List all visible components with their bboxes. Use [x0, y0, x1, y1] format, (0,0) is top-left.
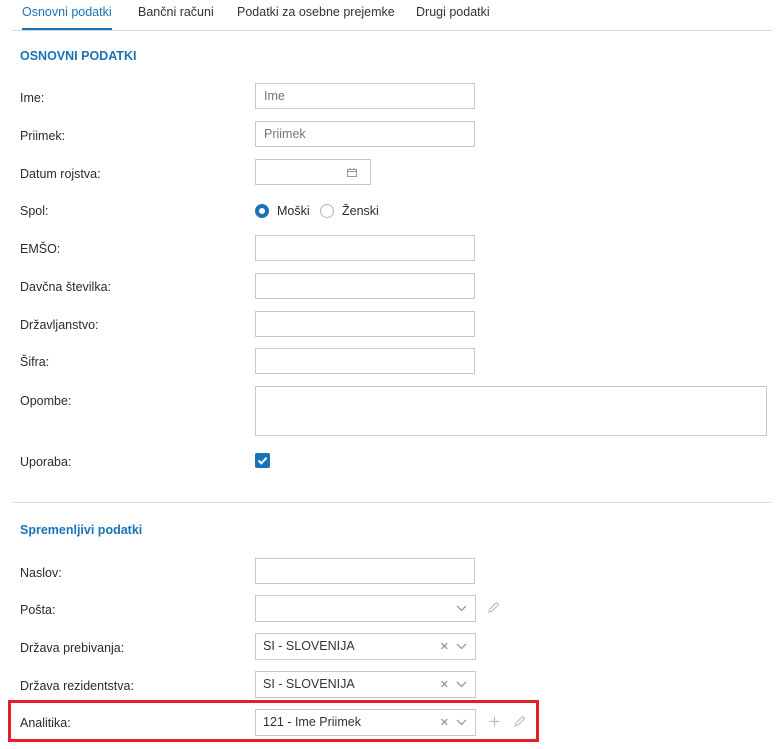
label-davcna-stevilka: Davčna številka:: [20, 280, 112, 294]
chevron-down-icon[interactable]: [456, 677, 467, 691]
davcna-stevilka-field[interactable]: [255, 273, 475, 299]
chevron-down-icon[interactable]: [456, 639, 467, 653]
drzava-prebivanja-select[interactable]: SI - SLOVENIJA ✕: [255, 633, 476, 660]
naslov-field[interactable]: [255, 558, 475, 584]
label-priimek: Priimek:: [20, 129, 66, 143]
drzavljanstvo-field[interactable]: [255, 311, 475, 337]
priimek-field[interactable]: [255, 121, 475, 147]
drzava-rezidentstva-select[interactable]: SI - SLOVENIJA ✕: [255, 671, 476, 698]
tab-bancni-racuni[interactable]: Bančni računi: [138, 4, 214, 29]
checkmark-icon: [257, 457, 268, 465]
posta-select[interactable]: [255, 595, 476, 622]
label-datum-rojstva: Datum rojstva:: [20, 167, 101, 181]
label-naslov: Naslov:: [20, 566, 62, 580]
section-title-spremenljivi-podatki: Spremenljivi podatki: [20, 523, 143, 537]
sifra-field[interactable]: [255, 348, 475, 374]
label-drzava-prebivanja: Država prebivanja:: [20, 641, 125, 655]
clear-icon[interactable]: ✕: [440, 640, 449, 654]
radio-moski-label[interactable]: Moški: [277, 203, 310, 219]
label-sifra: Šifra:: [20, 355, 50, 369]
tab-drugi-podatki[interactable]: Drugi podatki: [416, 4, 490, 29]
tab-podatki-za-osebne-prejemke[interactable]: Podatki za osebne prejemke: [237, 4, 395, 29]
section-divider: [12, 502, 772, 503]
emso-field[interactable]: [255, 235, 475, 261]
clear-icon[interactable]: ✕: [440, 678, 449, 692]
chevron-down-icon[interactable]: [456, 601, 467, 615]
pencil-edit-icon[interactable]: [488, 601, 500, 613]
tab-bar: Osnovni podatki Bančni računi Podatki za…: [12, 0, 772, 31]
calendar-icon[interactable]: [347, 168, 357, 177]
label-emso: EMŠO:: [20, 242, 61, 256]
label-drzava-rezidentstva: Država rezidentstva:: [20, 679, 134, 693]
radio-zenski-label[interactable]: Ženski: [342, 203, 379, 219]
opombe-field[interactable]: [255, 386, 767, 436]
drzava-prebivanja-value: SI - SLOVENIJA: [263, 639, 355, 653]
label-posta: Pošta:: [20, 603, 56, 617]
tab-osnovni-podatki[interactable]: Osnovni podatki: [22, 4, 112, 30]
label-opombe: Opombe:: [20, 394, 72, 408]
highlight-box: [8, 700, 539, 742]
radio-moski[interactable]: [255, 204, 269, 218]
label-ime: Ime:: [20, 91, 45, 105]
drzava-rezidentstva-value: SI - SLOVENIJA: [263, 677, 355, 691]
label-spol: Spol:: [20, 204, 49, 218]
uporaba-checkbox[interactable]: [255, 453, 270, 468]
label-uporaba: Uporaba:: [20, 455, 72, 469]
radio-zenski[interactable]: [320, 204, 334, 218]
ime-field[interactable]: [255, 83, 475, 109]
label-drzavljanstvo: Državljanstvo:: [20, 318, 99, 332]
section-title-osnovni-podatki: OSNOVNI PODATKI: [20, 49, 137, 63]
datum-rojstva-field[interactable]: [255, 159, 371, 185]
